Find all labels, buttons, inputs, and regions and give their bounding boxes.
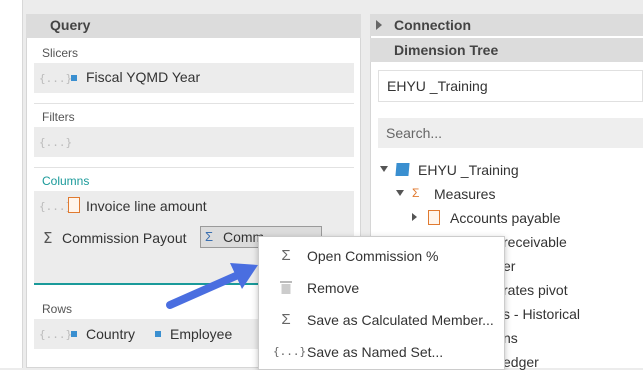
cube-icon xyxy=(395,163,410,176)
slicers-drop-zone[interactable]: {...} Fiscal YQMD Year xyxy=(34,63,354,93)
named-set-icon: {...} xyxy=(273,345,307,358)
tree-item-historical[interactable]: s - Historical xyxy=(503,306,580,322)
cube-selector[interactable]: EHYU _Training xyxy=(378,70,643,102)
filters-drop-zone[interactable]: {...} xyxy=(34,127,354,157)
collapse-arrow-icon[interactable] xyxy=(380,166,388,172)
context-menu: Σ Open Commission % Remove Σ Save as Cal… xyxy=(258,236,505,370)
rows-label: Rows xyxy=(42,302,73,316)
row-item-employee[interactable]: Employee xyxy=(170,326,232,342)
member-icon xyxy=(155,331,161,337)
tree-root[interactable]: EHYU _Training xyxy=(418,162,519,178)
left-sidebar-strip xyxy=(0,0,23,368)
tree-item-rates-pivot[interactable]: rates pivot xyxy=(503,282,568,298)
menu-item-label: Save as Named Set... xyxy=(307,344,444,360)
named-set-icon: {...} xyxy=(39,136,73,149)
tree-item-receivable[interactable]: receivable xyxy=(503,234,567,250)
menu-item-label: Remove xyxy=(307,280,360,296)
named-set-icon: {...} xyxy=(39,328,73,341)
divider xyxy=(34,167,354,168)
slicers-label: Slicers xyxy=(42,46,79,60)
sigma-icon: Σ xyxy=(281,247,291,264)
expand-arrow-icon xyxy=(376,20,382,30)
tree-item-accounts-payable[interactable]: Accounts payable xyxy=(450,210,561,226)
measure-group-icon xyxy=(428,210,440,225)
menu-item-save-named-set[interactable]: {...} Save as Named Set... xyxy=(259,341,504,365)
connection-header[interactable]: Connection xyxy=(370,14,643,36)
measures-icon: Σ xyxy=(412,186,420,200)
query-panel-header[interactable]: Query xyxy=(26,14,361,38)
column-item-commission-payout[interactable]: Commission Payout xyxy=(62,230,187,246)
menu-item-label: Save as Calculated Member... xyxy=(307,312,494,328)
search-box[interactable]: Search... xyxy=(378,118,643,148)
named-set-icon: {...} xyxy=(39,72,73,85)
columns-label: Columns xyxy=(42,174,90,188)
connection-title: Connection xyxy=(394,17,471,33)
collapse-arrow-icon[interactable] xyxy=(396,190,404,196)
annotation-arrow-icon xyxy=(166,263,258,309)
menu-item-open-commission[interactable]: Σ Open Commission % xyxy=(259,245,504,269)
cube-name: EHYU _Training xyxy=(387,78,488,94)
divider xyxy=(34,103,354,104)
menu-item-label: Open Commission % xyxy=(307,248,439,264)
dimension-tree-title: Dimension Tree xyxy=(394,42,499,58)
column-item-invoice-line-amount[interactable]: Invoice line amount xyxy=(86,198,207,214)
filters-label: Filters xyxy=(42,110,75,124)
slicer-item-fiscal-year[interactable]: Fiscal YQMD Year xyxy=(86,69,200,85)
row-item-country[interactable]: Country xyxy=(86,326,135,342)
calculated-measure-icon: Σ xyxy=(205,229,214,244)
expand-arrow-icon[interactable] xyxy=(412,213,417,221)
member-icon xyxy=(71,331,77,337)
sigma-icon: Σ xyxy=(281,311,291,328)
tree-measures[interactable]: Measures xyxy=(434,186,495,202)
menu-item-save-calculated-member[interactable]: Σ Save as Calculated Member... xyxy=(259,309,504,333)
tree-item-ns[interactable]: ns xyxy=(503,330,518,346)
query-title: Query xyxy=(50,17,91,33)
menu-item-remove[interactable]: Remove xyxy=(259,277,504,301)
measure-table-icon xyxy=(68,197,80,213)
search-input[interactable]: Search... xyxy=(386,125,442,141)
trash-icon xyxy=(277,279,295,297)
dimension-tree-header[interactable]: Dimension Tree xyxy=(370,38,643,62)
sigma-icon: Σ xyxy=(43,229,53,247)
member-icon xyxy=(71,75,77,81)
